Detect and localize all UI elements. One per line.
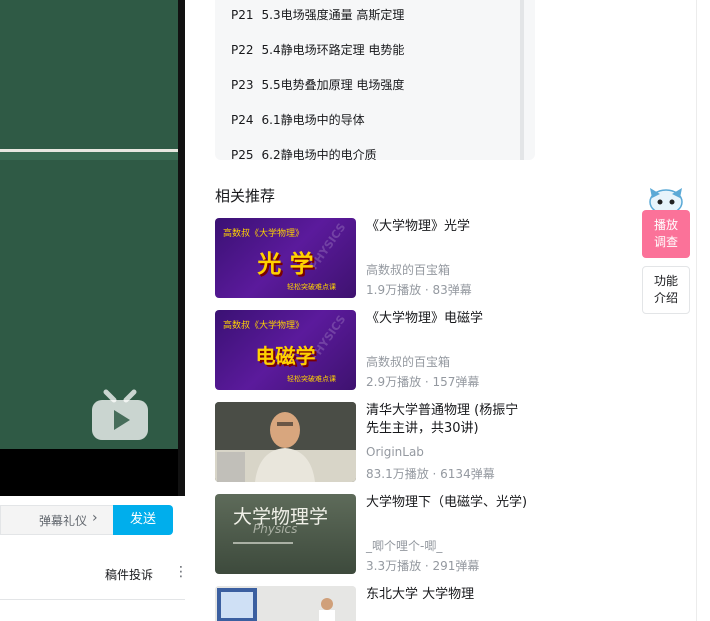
uploader-name[interactable]: OriginLab [366,445,424,459]
thumbnail-title: 电磁学 [255,344,316,368]
related-title[interactable]: 清华大学普通物理 (杨振宁先生主讲，共30讲) [366,402,531,438]
thumbnail-subcaption: 轻松突破难点课 [287,375,336,383]
thumbnail-title: 光 学 [257,249,314,278]
thumbnail-caption: 高数叔《大学物理》 [223,321,305,331]
related-title[interactable]: 东北大学 大学物理 [366,586,531,604]
episode-number: P24 [231,113,254,127]
more-vertical-icon[interactable]: ⋮ [174,565,188,579]
episode-list: P21 5.3电场强度通量 高斯定理 P22 5.4静电场环路定理 电势能 P23 5… [215,0,535,160]
related-card[interactable]: 大学物理学 Physics 大学物理下（电磁学、光学) _唧个哩个-唧_ 3.3… [215,494,535,574]
feature-label-line2: 介绍 [653,291,678,305]
episode-title: 6.2静电场中的电介质 [261,148,377,160]
feature-intro-button[interactable]: 功能 介绍 [642,266,690,314]
survey-label-line1: 播放 [653,218,678,232]
complain-button[interactable]: 稿件投诉 [105,566,153,583]
episode-title: 5.5电势叠加原理 电场强度 [261,78,405,92]
episode-number: P21 [231,8,254,22]
speaker-photo [215,402,356,482]
page-divider [696,0,697,621]
uploader-name[interactable]: 高数叔的百宝箱 [366,261,450,278]
blackboard-edge [0,152,178,160]
video-stats: 2.9万播放 · 157弹幕 [366,375,480,389]
episode-item[interactable]: P24 6.1静电场中的导体 [231,111,365,128]
video-toolbar: 稿件投诉 ⋮ [0,545,188,600]
lecture-photo [215,586,356,621]
video-thumbnail[interactable] [215,586,356,621]
bilibili-tv-icon [92,389,148,440]
related-card[interactable]: 高数叔《大学物理》 PHYSICS 电磁学 轻松突破难点课 《大学物理》电磁学 … [215,310,535,390]
related-title[interactable]: 《大学物理》电磁学 [366,310,531,328]
playback-survey-button[interactable]: 播放 调查 [642,210,690,258]
related-card[interactable]: 清华大学普通物理 (杨振宁先生主讲，共30讲) OriginLab 83.1万播… [215,402,535,482]
video-stats: 1.9万播放 · 83弹幕 [366,283,472,297]
video-stats: 83.1万播放 · 6134弹幕 [366,467,495,481]
danmaku-etiquette-link[interactable]: 弹幕礼仪 [39,512,87,529]
video-thumbnail[interactable] [215,402,356,482]
related-title[interactable]: 《大学物理》光学 [366,218,531,236]
related-card[interactable]: 高数叔《大学物理》 PHYSICS 光 学 轻松突破难点课 《大学物理》光学 高… [215,218,535,298]
thumbnail-caption: 高数叔《大学物理》 [223,229,305,239]
related-card[interactable]: 东北大学 大学物理 [215,586,535,621]
thumbnail-subcaption: Physics [253,522,298,536]
survey-label-line2: 调查 [653,235,678,249]
video-thumbnail[interactable]: 高数叔《大学物理》 PHYSICS 光 学 轻松突破难点课 [215,218,356,298]
send-button[interactable]: 发送 [113,505,173,535]
episode-title: 6.1静电场中的导体 [261,113,365,127]
episode-item[interactable]: P22 5.4静电场环路定理 电势能 [231,41,404,58]
uploader-name[interactable]: 高数叔的百宝箱 [366,353,450,370]
episode-title: 5.4静电场环路定理 电势能 [261,43,405,57]
player-border [178,0,185,496]
episode-number: P22 [231,43,254,57]
episode-title: 5.3电场强度通量 高斯定理 [261,8,405,22]
episode-scrollbar[interactable] [520,0,524,160]
danmaku-bar: 弹幕礼仪 › 发送 [0,500,185,540]
related-title[interactable]: 大学物理下（电磁学、光学) [366,494,531,512]
video-thumbnail[interactable]: 大学物理学 Physics [215,494,356,574]
related-heading: 相关推荐 [215,187,276,205]
feature-label-line1: 功能 [653,274,678,288]
video-frame [0,0,178,449]
thumbnail-subcaption: 轻松突破难点课 [287,283,336,291]
episode-number: P25 [231,148,254,160]
episode-item[interactable]: P25 6.2静电场中的电介质 [231,146,377,160]
episode-number: P23 [231,78,254,92]
uploader-name[interactable]: _唧个哩个-唧_ [366,537,442,554]
chevron-right-icon: › [92,510,98,526]
episode-item[interactable]: P23 5.5电势叠加原理 电场强度 [231,76,404,93]
video-player[interactable] [0,0,185,496]
episode-item[interactable]: P21 5.3电场强度通量 高斯定理 [231,6,404,23]
video-thumbnail[interactable]: 高数叔《大学物理》 PHYSICS 电磁学 轻松突破难点课 [215,310,356,390]
thumbnail-rule [233,542,293,544]
video-stats: 3.3万播放 · 291弹幕 [366,559,480,573]
